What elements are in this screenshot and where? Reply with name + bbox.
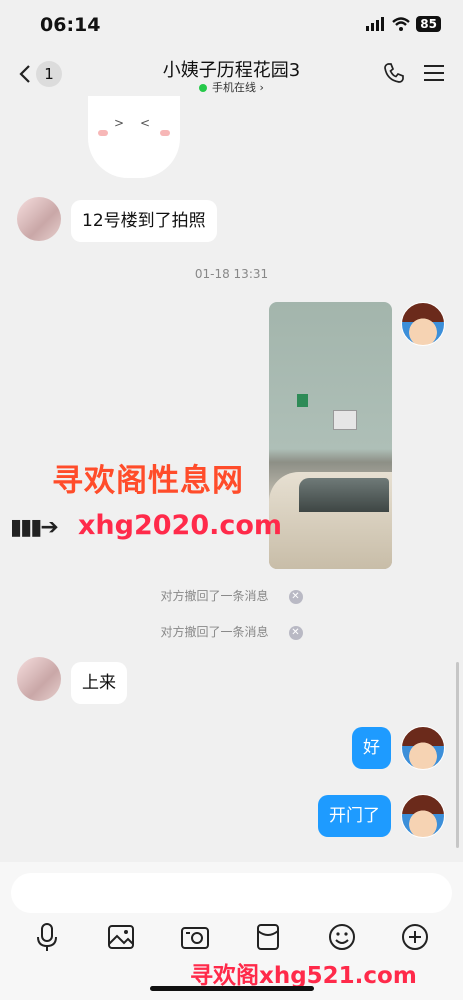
message-timestamp: 01-18 13:31 [194, 267, 269, 281]
status-indicators: 85 [366, 16, 441, 32]
photo-ac-unit [333, 410, 357, 430]
image-icon[interactable] [104, 920, 138, 954]
message-bubble-incoming[interactable]: 上来 [71, 662, 127, 704]
online-dot-icon [199, 84, 208, 92]
close-icon[interactable]: ✕ [288, 625, 303, 640]
watermark-middle: xhg2020.com [78, 510, 283, 541]
battery-indicator: 85 [416, 16, 441, 32]
message-bubble-outgoing[interactable]: 好 [352, 727, 391, 769]
status-time: 06:14 [40, 14, 101, 36]
watermark-bottom: 寻欢阁xhg521.com [190, 963, 417, 989]
watermark-arrow-icon: ▮▮▮➔ [10, 515, 59, 540]
my-avatar[interactable] [401, 726, 445, 770]
close-icon[interactable]: ✕ [288, 589, 303, 604]
my-avatar[interactable] [401, 302, 445, 346]
sticker-image[interactable]: > < [80, 96, 188, 178]
message-bubble-incoming[interactable]: 12号楼到了拍照 [71, 200, 217, 242]
wifi-icon [392, 17, 411, 31]
message-input[interactable] [11, 873, 452, 913]
my-avatar[interactable] [401, 794, 445, 838]
header-actions [383, 62, 445, 84]
recall-notice: 对方撤回了一条消息 ✕ [0, 623, 463, 640]
emoji-icon[interactable] [325, 920, 359, 954]
online-status-label: 手机在线 [212, 81, 257, 94]
menu-icon[interactable] [423, 62, 445, 84]
signal-icon [366, 17, 385, 31]
contact-avatar[interactable] [17, 657, 61, 701]
recall-notice-text: 对方撤回了一条消息 [160, 625, 269, 639]
recall-notice: 对方撤回了一条消息 ✕ [0, 587, 463, 604]
input-toolbar [0, 920, 463, 954]
watermark-top: 寻欢阁性息网 [52, 463, 244, 499]
sticker-eye-left: > [114, 116, 125, 130]
camera-icon[interactable] [178, 920, 212, 954]
message-bubble-outgoing[interactable]: 开门了 [318, 795, 391, 837]
scrollbar[interactable] [456, 662, 459, 848]
red-packet-icon[interactable] [251, 920, 285, 954]
photo-car-window [299, 478, 389, 512]
contact-avatar[interactable] [17, 197, 61, 241]
sticker-body [88, 96, 180, 178]
photo-message[interactable] [269, 302, 392, 569]
sticker-cheek-left [98, 130, 108, 136]
plus-icon[interactable] [398, 920, 432, 954]
sticker-eye-right: < [140, 116, 151, 130]
photo-sign [297, 394, 308, 407]
home-indicator[interactable] [150, 986, 314, 991]
sticker-cheek-right [160, 130, 170, 136]
phone-icon[interactable] [383, 62, 405, 84]
recall-notice-text: 对方撤回了一条消息 [160, 589, 269, 603]
microphone-icon[interactable] [30, 920, 64, 954]
